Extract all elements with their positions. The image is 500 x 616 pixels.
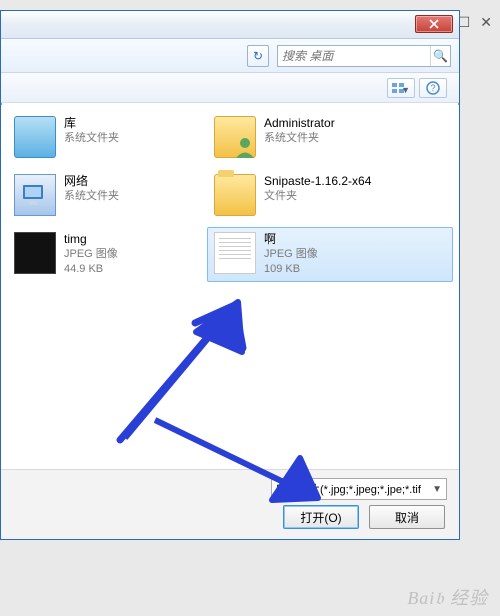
image-thumb [214, 232, 256, 274]
dialog-footer: 所有图片(*.jpg;*.jpeg;*.jpe;*.tif ▼ 打开(O) 取消 [1, 469, 459, 539]
folder-icon [214, 174, 256, 216]
watermark: Bai𝔟 经验 [407, 584, 488, 610]
list-item[interactable]: timg JPEG 图像 44.9 KB [7, 227, 195, 282]
list-item[interactable]: Snipaste-1.16.2-x64 文件夹 [207, 169, 453, 221]
item-size: 44.9 KB [64, 262, 118, 277]
item-name: 网络 [64, 174, 119, 189]
libraries-icon [14, 116, 56, 158]
titlebar [1, 11, 459, 39]
file-list: 库 系统文件夹 网络 系统文件夹 timg JPEG 图像 44.9 KB [1, 105, 459, 469]
item-type: 文件夹 [264, 189, 371, 204]
view-options-button[interactable]: ▼ [387, 78, 415, 98]
close-button[interactable] [415, 15, 453, 33]
item-type: 系统文件夹 [64, 131, 119, 146]
list-item[interactable]: 啊 JPEG 图像 109 KB [207, 227, 453, 282]
item-type: JPEG 图像 [64, 247, 118, 262]
item-size: 109 KB [264, 262, 318, 277]
image-thumb [14, 232, 56, 274]
toolbar: ▼ ? [1, 73, 459, 103]
item-type: 系统文件夹 [264, 131, 335, 146]
svg-text:?: ? [430, 83, 435, 93]
search-input[interactable] [278, 46, 428, 66]
item-type: JPEG 图像 [264, 247, 318, 262]
item-name: timg [64, 232, 118, 247]
list-item[interactable]: 网络 系统文件夹 [7, 169, 195, 221]
search-box[interactable]: 🔍 [277, 45, 451, 67]
open-button[interactable]: 打开(O) [283, 505, 359, 529]
refresh-button[interactable]: ↻ [247, 45, 269, 67]
item-name: 库 [64, 116, 119, 131]
cancel-button[interactable]: 取消 [369, 505, 445, 529]
file-type-filter[interactable]: 所有图片(*.jpg;*.jpeg;*.jpe;*.tif ▼ [271, 478, 447, 500]
navbar: ↻ 🔍 [1, 39, 459, 73]
list-item[interactable]: Administrator 系统文件夹 [207, 111, 453, 163]
list-item[interactable]: 库 系统文件夹 [7, 111, 195, 163]
item-name: Administrator [264, 116, 335, 131]
filter-label: 所有图片(*.jpg;*.jpeg;*.jpe;*.tif [276, 481, 421, 497]
user-folder-icon [214, 116, 256, 158]
item-name: Snipaste-1.16.2-x64 [264, 174, 371, 189]
chevron-down-icon: ▼ [432, 484, 442, 495]
network-icon [14, 174, 56, 216]
chevron-down-icon: ▼ [401, 85, 410, 95]
bg-close-icon: ✕ [480, 14, 492, 31]
search-icon[interactable]: 🔍 [430, 46, 450, 66]
item-name: 啊 [264, 232, 318, 247]
help-button[interactable]: ? [419, 78, 447, 98]
item-type: 系统文件夹 [64, 189, 119, 204]
open-dialog: ↻ 🔍 ▼ ? 库 系统文件夹 [0, 10, 460, 540]
